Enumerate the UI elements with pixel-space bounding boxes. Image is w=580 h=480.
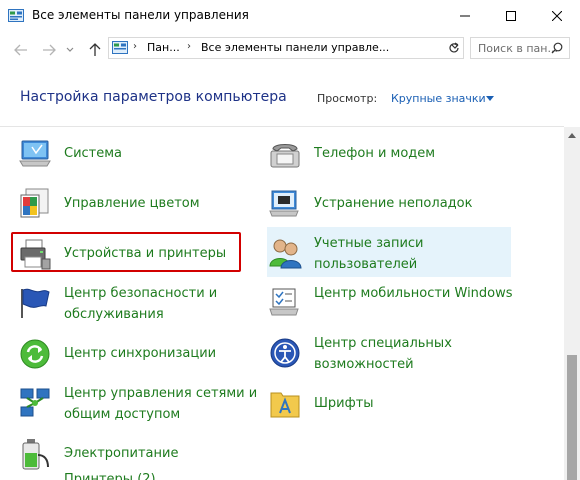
item-label: Учетные записи пользователей xyxy=(314,236,424,272)
chevron-up-icon xyxy=(568,133,576,138)
breadcrumb-separator-icon: › xyxy=(133,41,137,52)
item-label: Шрифты xyxy=(314,396,374,411)
arrow-up-icon xyxy=(89,43,101,56)
minimize-icon xyxy=(460,15,470,17)
breadcrumb-separator-icon: › xyxy=(187,41,191,52)
minimize-button[interactable] xyxy=(442,0,488,32)
search-placeholder: Поиск в пан... xyxy=(478,42,558,55)
users-icon xyxy=(269,239,302,269)
item-label: Телефон и модем xyxy=(314,146,436,161)
scroll-up-button[interactable] xyxy=(564,127,580,143)
control-panel-window: Все элементы панели управления › Пан... … xyxy=(0,0,580,480)
scroll-thumb[interactable] xyxy=(567,355,577,480)
arrow-right-icon xyxy=(43,44,56,56)
item-label: Центр безопасности и обслуживания xyxy=(64,286,218,322)
header-divider xyxy=(0,126,564,127)
item-label: Центр синхронизации xyxy=(64,346,217,361)
sync-icon xyxy=(20,339,50,369)
item-label: Система xyxy=(64,146,123,161)
view-mode-dropdown[interactable]: Крупные значки xyxy=(391,92,486,105)
vertical-scrollbar[interactable] xyxy=(564,127,580,480)
item-label: Устранение неполадок xyxy=(314,196,473,211)
title-bar: Все элементы панели управления xyxy=(0,0,580,32)
battery-icon xyxy=(22,439,49,470)
view-label: Просмотр: xyxy=(317,92,378,105)
page-title: Настройка параметров компьютера xyxy=(20,89,287,105)
item-label: Центр мобильности Windows xyxy=(314,286,513,301)
back-button[interactable] xyxy=(10,39,32,61)
color-management-icon xyxy=(20,188,49,218)
printer-icon xyxy=(20,239,51,270)
breadcrumb-item[interactable]: Все элементы панели управле... xyxy=(201,41,389,54)
up-button[interactable] xyxy=(84,39,106,61)
maximize-icon xyxy=(506,11,516,21)
partially-visible-item[interactable]: Принтеры (2) xyxy=(64,472,156,480)
refresh-icon xyxy=(449,42,459,53)
item-label: Центр управления сетями и общим доступом xyxy=(64,386,258,422)
troubleshoot-icon xyxy=(269,190,299,217)
close-button[interactable] xyxy=(534,0,580,32)
window-title: Все элементы панели управления xyxy=(32,8,249,22)
control-panel-icon xyxy=(8,9,24,22)
search-icon xyxy=(551,42,563,54)
recent-locations-button[interactable] xyxy=(62,39,78,61)
accessibility-icon xyxy=(270,338,300,368)
caret-down-icon[interactable] xyxy=(486,96,494,101)
item-label: Центр специальных возможностей xyxy=(314,336,452,372)
computer-icon xyxy=(19,140,51,167)
flag-icon xyxy=(21,288,50,318)
close-icon xyxy=(552,11,562,21)
network-icon xyxy=(20,388,50,417)
search-input[interactable]: Поиск в пан... xyxy=(470,37,570,59)
item-label: Электропитание xyxy=(64,446,179,461)
item-label: Управление цветом xyxy=(64,196,200,211)
control-panel-icon xyxy=(112,41,128,54)
mobility-icon xyxy=(269,288,299,316)
breadcrumb-item[interactable]: Пан... xyxy=(147,41,180,54)
folder-fonts-icon xyxy=(270,392,300,418)
phone-icon xyxy=(270,144,300,168)
refresh-button[interactable] xyxy=(444,37,464,59)
address-bar[interactable]: › Пан... › Все элементы панели управле..… xyxy=(108,37,464,59)
item-label: Устройства и принтеры xyxy=(64,246,227,261)
arrow-left-icon xyxy=(14,44,27,56)
chevron-down-icon xyxy=(66,47,74,52)
forward-button[interactable] xyxy=(38,39,60,61)
maximize-button[interactable] xyxy=(488,0,534,32)
